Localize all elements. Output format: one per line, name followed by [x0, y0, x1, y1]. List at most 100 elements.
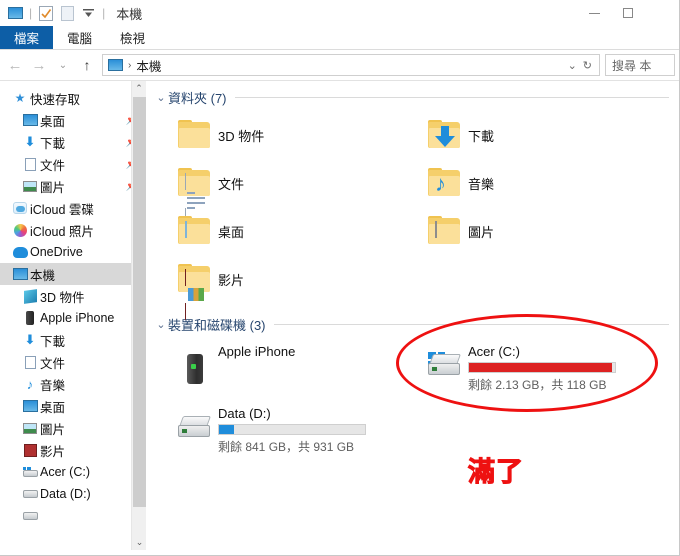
tab-view[interactable]: 檢視: [106, 26, 159, 49]
windows-drive-icon: [20, 467, 40, 477]
sidebar-item-label: 桌面: [40, 114, 66, 129]
sidebar-item-desktop-pc[interactable]: 桌面: [0, 395, 146, 417]
search-input[interactable]: 搜尋 本: [605, 54, 675, 76]
monitor-icon[interactable]: [6, 4, 24, 22]
close-button[interactable]: [645, 0, 679, 26]
capacity-bar: [218, 424, 366, 435]
documents-icon: [20, 157, 40, 171]
chevron-down-icon[interactable]: ⌄: [154, 91, 168, 104]
drive-item-apple-iphone[interactable]: Apple iPhone: [154, 338, 404, 400]
folder-item-3d-objects[interactable]: 3D 物件: [154, 111, 404, 159]
sidebar-item-label: Acer (C:): [40, 465, 90, 479]
3d-objects-icon: [20, 288, 40, 304]
sidebar-scrollbar[interactable]: ⌃ ⌄: [131, 81, 146, 550]
folder-label: 影片: [218, 272, 245, 288]
sidebar-item-3d-objects[interactable]: 3D 物件: [0, 285, 146, 307]
drive-name: Apple iPhone: [218, 344, 296, 359]
sidebar-item-music[interactable]: ♪ 音樂: [0, 373, 146, 395]
folder-label: 圖片: [468, 224, 495, 240]
group-label: 裝置和磁碟機 (3): [168, 318, 266, 333]
sidebar-item-label: OneDrive: [30, 245, 83, 259]
download-icon: ⬇: [24, 332, 36, 347]
minimize-button[interactable]: [577, 0, 611, 26]
folder-videos-icon: [172, 264, 218, 320]
address-dropdown-icon[interactable]: ⌄: [568, 59, 577, 72]
forward-icon[interactable]: →: [28, 54, 50, 76]
sidebar-item-downloads[interactable]: ⬇ 下載 📌: [0, 131, 146, 153]
recent-locations-icon[interactable]: ⌄: [52, 54, 74, 76]
folder-item-music[interactable]: ♪ 音樂: [404, 159, 654, 207]
windows-drive-icon: [422, 342, 468, 376]
group-label: 資料夾 (7): [168, 91, 227, 106]
sidebar-item-icloud-photos[interactable]: iCloud 照片: [0, 219, 146, 241]
refresh-icon[interactable]: ↻: [583, 59, 592, 72]
pictures-icon: [20, 422, 40, 434]
music-icon: ♪: [26, 376, 34, 392]
sidebar-item-quick-access[interactable]: ★ 快速存取: [0, 87, 146, 109]
capacity-bar: [468, 362, 616, 373]
customize-chevron-icon[interactable]: [79, 4, 97, 22]
group-header-folders[interactable]: ⌄ 資料夾 (7): [154, 81, 679, 107]
phone-device-icon: [172, 342, 218, 384]
sidebar-item-label: iCloud 雲碟: [30, 202, 94, 217]
address-input[interactable]: › 本機 ⌄ ↻: [102, 54, 600, 76]
folder-tiles: 3D 物件 下載 文件 ♪ 音樂 桌面 圖片 影片: [154, 107, 679, 320]
sidebar-item-label: 文件: [40, 356, 66, 371]
toolbar-divider: |: [29, 6, 33, 20]
content-pane: ⌄ 資料夾 (7) 3D 物件 下載 文件 ♪ 音樂 桌面 圖片 影片 ⌄ 裝置…: [146, 81, 679, 550]
scroll-down-icon[interactable]: ⌄: [132, 535, 146, 550]
file-explorer-window: | | 本機 檔案 電腦 檢視 ← → ⌄ ↑ › 本機 ⌄ ↻ 搜尋 本 ★ …: [0, 0, 680, 556]
properties-icon[interactable]: [37, 4, 55, 22]
scroll-up-icon[interactable]: ⌃: [132, 81, 146, 96]
folder-item-downloads[interactable]: 下載: [404, 111, 654, 159]
sidebar-item-data-d[interactable]: Data (D:): [0, 483, 146, 505]
scrollbar-thumb[interactable]: [133, 97, 146, 507]
desktop-icon: [20, 400, 40, 412]
sidebar-item-label: 文件: [40, 158, 66, 173]
sidebar-item-documents-pc[interactable]: 文件: [0, 351, 146, 373]
toolbar-divider-2: |: [102, 6, 106, 20]
sidebar-item-partial[interactable]: [0, 505, 146, 527]
new-folder-icon[interactable]: [58, 4, 76, 22]
sidebar-item-downloads-pc[interactable]: ⬇ 下載: [0, 329, 146, 351]
sidebar-item-onedrive[interactable]: OneDrive: [0, 241, 146, 263]
tab-file[interactable]: 檔案: [0, 26, 54, 49]
phone-icon: [20, 311, 40, 325]
sidebar-item-videos[interactable]: 影片: [0, 439, 146, 461]
sidebar-item-pictures-pc[interactable]: 圖片: [0, 417, 146, 439]
folder-label: 3D 物件: [218, 128, 265, 144]
sidebar-item-label: Data (D:): [40, 487, 91, 501]
breadcrumb[interactable]: 本機: [136, 56, 161, 75]
tab-computer[interactable]: 電腦: [53, 26, 106, 49]
group-header-devices[interactable]: ⌄ 裝置和磁碟機 (3): [154, 303, 679, 334]
annotation-text: 滿了: [468, 457, 524, 489]
sidebar-item-apple-iphone[interactable]: Apple iPhone: [0, 307, 146, 329]
folder-item-pictures[interactable]: 圖片: [404, 207, 654, 255]
sidebar-item-pictures[interactable]: 圖片 📌: [0, 175, 146, 197]
drive-item-acer-c[interactable]: Acer (C:) 剩餘 2.13 GB，共 118 GB: [404, 338, 654, 400]
sidebar-item-this-pc[interactable]: 本機: [0, 263, 146, 285]
folder-music-icon: ♪: [422, 168, 468, 198]
icloud-drive-icon: [10, 202, 30, 214]
drive-icon: [20, 490, 40, 498]
folder-item-documents[interactable]: 文件: [154, 159, 404, 225]
folder-item-videos[interactable]: 影片: [154, 255, 404, 320]
onedrive-icon: [10, 246, 30, 258]
sidebar-item-desktop[interactable]: 桌面 📌: [0, 109, 146, 131]
back-icon[interactable]: ←: [4, 54, 26, 76]
sidebar-item-documents[interactable]: 文件 📌: [0, 153, 146, 175]
folder-documents-icon: [172, 168, 218, 225]
sidebar-item-label: 影片: [40, 444, 66, 459]
drive-icon: [20, 512, 40, 520]
chevron-down-icon[interactable]: ⌄: [154, 318, 168, 331]
folder-item-desktop[interactable]: 桌面: [154, 207, 404, 255]
title-bar: | | 本機: [0, 0, 679, 26]
drive-item-data-d[interactable]: Data (D:) 剩餘 841 GB，共 931 GB: [154, 400, 404, 462]
maximize-button[interactable]: [611, 0, 645, 26]
folder-downloads-icon: [422, 120, 468, 150]
sidebar-item-acer-c[interactable]: Acer (C:): [0, 461, 146, 483]
up-icon[interactable]: ↑: [76, 54, 98, 76]
folder-label: 音樂: [468, 176, 495, 192]
documents-icon: [20, 355, 40, 369]
sidebar-item-icloud-drive[interactable]: iCloud 雲碟: [0, 197, 146, 219]
